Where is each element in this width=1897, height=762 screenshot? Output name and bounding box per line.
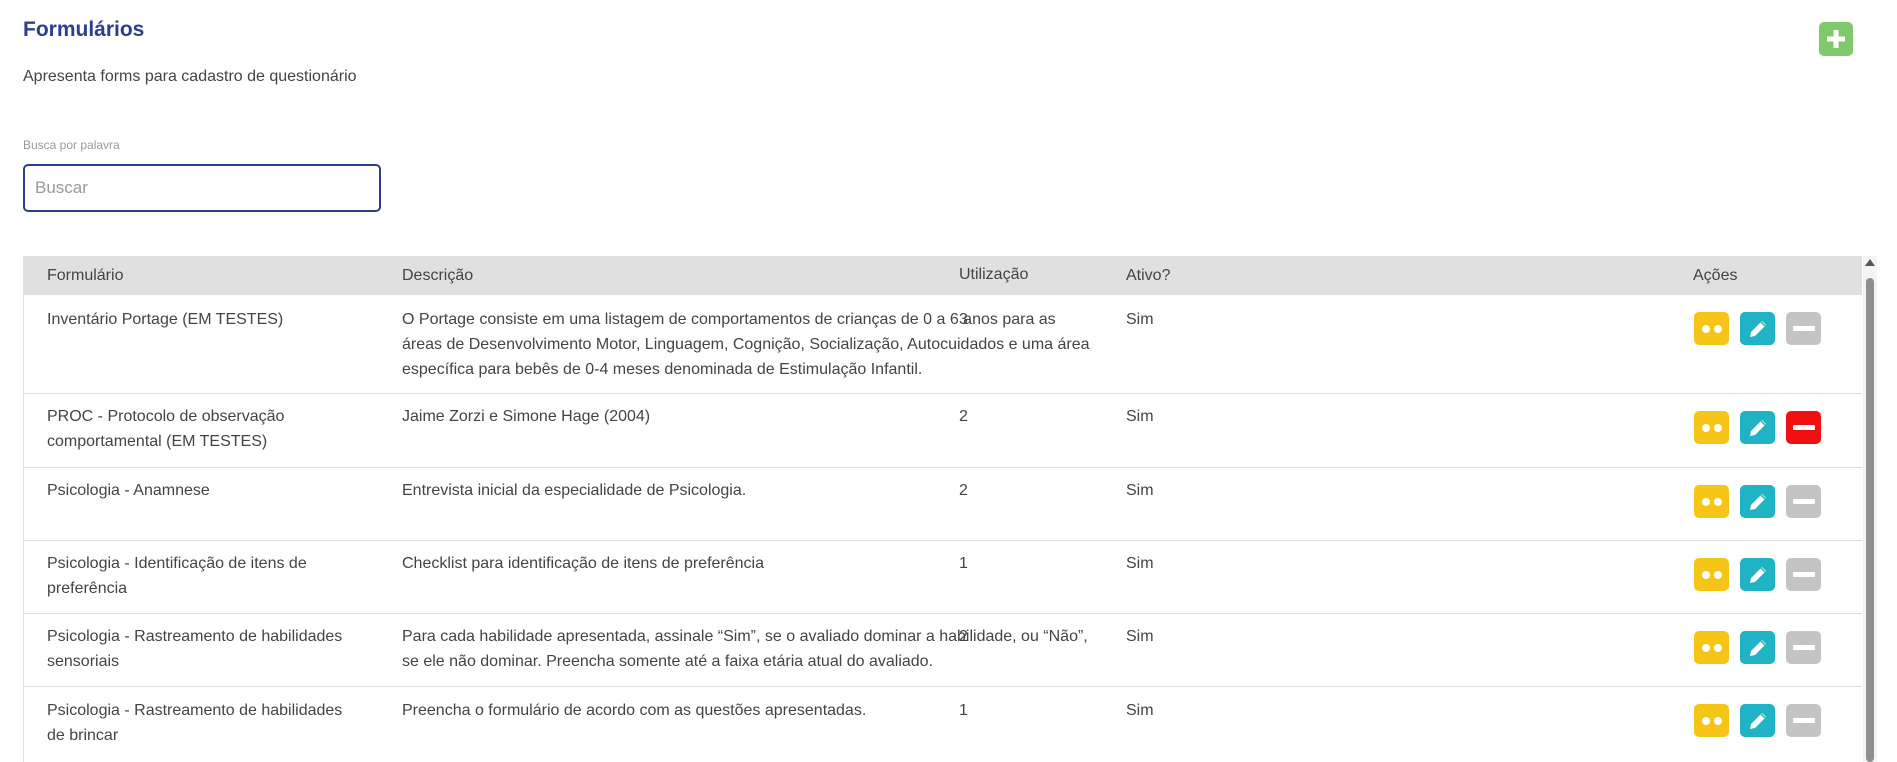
table-row: Psicologia - Identificação de itens de p… — [24, 540, 1862, 614]
table-header: Formulário Descrição Utilização Ativo? A… — [24, 256, 1862, 295]
edit-button[interactable] — [1740, 411, 1775, 444]
view-button[interactable] — [1694, 704, 1729, 737]
view-button[interactable] — [1694, 411, 1729, 444]
minus-icon — [1792, 645, 1815, 650]
cell-ativo: Sim — [1126, 702, 1154, 719]
cell-formulario: PROC - Protocolo de observação comportam… — [47, 408, 285, 450]
header-formulario: Formulário — [47, 267, 124, 284]
minus-icon — [1792, 499, 1815, 504]
cell-utilizacao: 1 — [959, 555, 968, 572]
header-utilizacao: Utilização — [959, 266, 1029, 283]
forms-table: Formulário Descrição Utilização Ativo? A… — [23, 256, 1862, 762]
edit-button[interactable] — [1740, 704, 1775, 737]
pencil-icon — [1749, 419, 1766, 436]
view-button[interactable] — [1694, 558, 1729, 591]
delete-button[interactable] — [1786, 631, 1821, 664]
eye-dots-icon — [1701, 497, 1722, 506]
view-button[interactable] — [1694, 312, 1729, 345]
delete-button[interactable] — [1786, 411, 1821, 444]
table-row: Psicologia - Rastreamento de habilidades… — [24, 686, 1862, 762]
table-row: Psicologia - Anamnese Entrevista inicial… — [24, 467, 1862, 541]
pencil-icon — [1749, 320, 1766, 337]
eye-dots-icon — [1701, 570, 1722, 579]
row-actions — [1694, 631, 1821, 664]
delete-button[interactable] — [1786, 558, 1821, 591]
row-actions — [1694, 485, 1821, 518]
row-actions — [1694, 312, 1821, 345]
table-row: Inventário Portage (EM TESTES) O Portage… — [24, 295, 1862, 394]
table-scrollbar[interactable] — [1863, 256, 1877, 762]
cell-utilizacao: 3 — [959, 311, 968, 328]
add-form-button[interactable] — [1819, 22, 1853, 56]
pencil-icon — [1749, 566, 1766, 583]
cell-utilizacao: 2 — [959, 482, 968, 499]
table-row: PROC - Protocolo de observação comportam… — [24, 393, 1862, 468]
edit-button[interactable] — [1740, 631, 1775, 664]
cell-formulario: Psicologia - Rastreamento de habilidades… — [47, 628, 343, 670]
minus-icon — [1792, 572, 1815, 577]
plus-icon — [1827, 30, 1845, 48]
cell-formulario: Inventário Portage (EM TESTES) — [47, 311, 284, 328]
cell-utilizacao: 2 — [959, 628, 968, 645]
row-actions — [1694, 704, 1821, 737]
view-button[interactable] — [1694, 631, 1729, 664]
page-subtitle: Apresenta forms para cadastro de questio… — [23, 68, 357, 85]
cell-ativo: Sim — [1126, 555, 1154, 572]
eye-dots-icon — [1701, 324, 1722, 333]
cell-ativo: Sim — [1126, 628, 1154, 645]
edit-button[interactable] — [1740, 558, 1775, 591]
minus-icon — [1792, 425, 1815, 430]
pencil-icon — [1749, 712, 1766, 729]
row-actions — [1694, 411, 1821, 444]
edit-button[interactable] — [1740, 485, 1775, 518]
delete-button[interactable] — [1786, 704, 1821, 737]
pencil-icon — [1749, 639, 1766, 656]
row-actions — [1694, 558, 1821, 591]
delete-button[interactable] — [1786, 312, 1821, 345]
table-row: Psicologia - Rastreamento de habilidades… — [24, 613, 1862, 687]
eye-dots-icon — [1701, 716, 1722, 725]
minus-icon — [1792, 326, 1815, 331]
cell-ativo: Sim — [1126, 408, 1154, 425]
search-label: Busca por palavra — [23, 138, 120, 152]
scroll-up-arrow-icon[interactable] — [1865, 259, 1875, 266]
scroll-thumb[interactable] — [1866, 278, 1874, 762]
header-acoes: Ações — [1693, 267, 1738, 284]
cell-formulario: Psicologia - Anamnese — [47, 482, 210, 499]
eye-dots-icon — [1701, 643, 1722, 652]
edit-button[interactable] — [1740, 312, 1775, 345]
header-descricao: Descrição — [402, 267, 474, 284]
cell-formulario: Psicologia - Rastreamento de habilidades… — [47, 702, 343, 744]
cell-utilizacao: 2 — [959, 408, 968, 425]
minus-icon — [1792, 718, 1815, 723]
cell-utilizacao: 1 — [959, 702, 968, 719]
page-title: Formulários — [23, 18, 145, 41]
cell-ativo: Sim — [1126, 311, 1154, 328]
cell-formulario: Psicologia - Identificação de itens de p… — [47, 555, 307, 597]
eye-dots-icon — [1701, 423, 1722, 432]
view-button[interactable] — [1694, 485, 1729, 518]
delete-button[interactable] — [1786, 485, 1821, 518]
search-input[interactable] — [23, 164, 381, 212]
pencil-icon — [1749, 493, 1766, 510]
header-ativo: Ativo? — [1126, 267, 1171, 284]
cell-ativo: Sim — [1126, 482, 1154, 499]
